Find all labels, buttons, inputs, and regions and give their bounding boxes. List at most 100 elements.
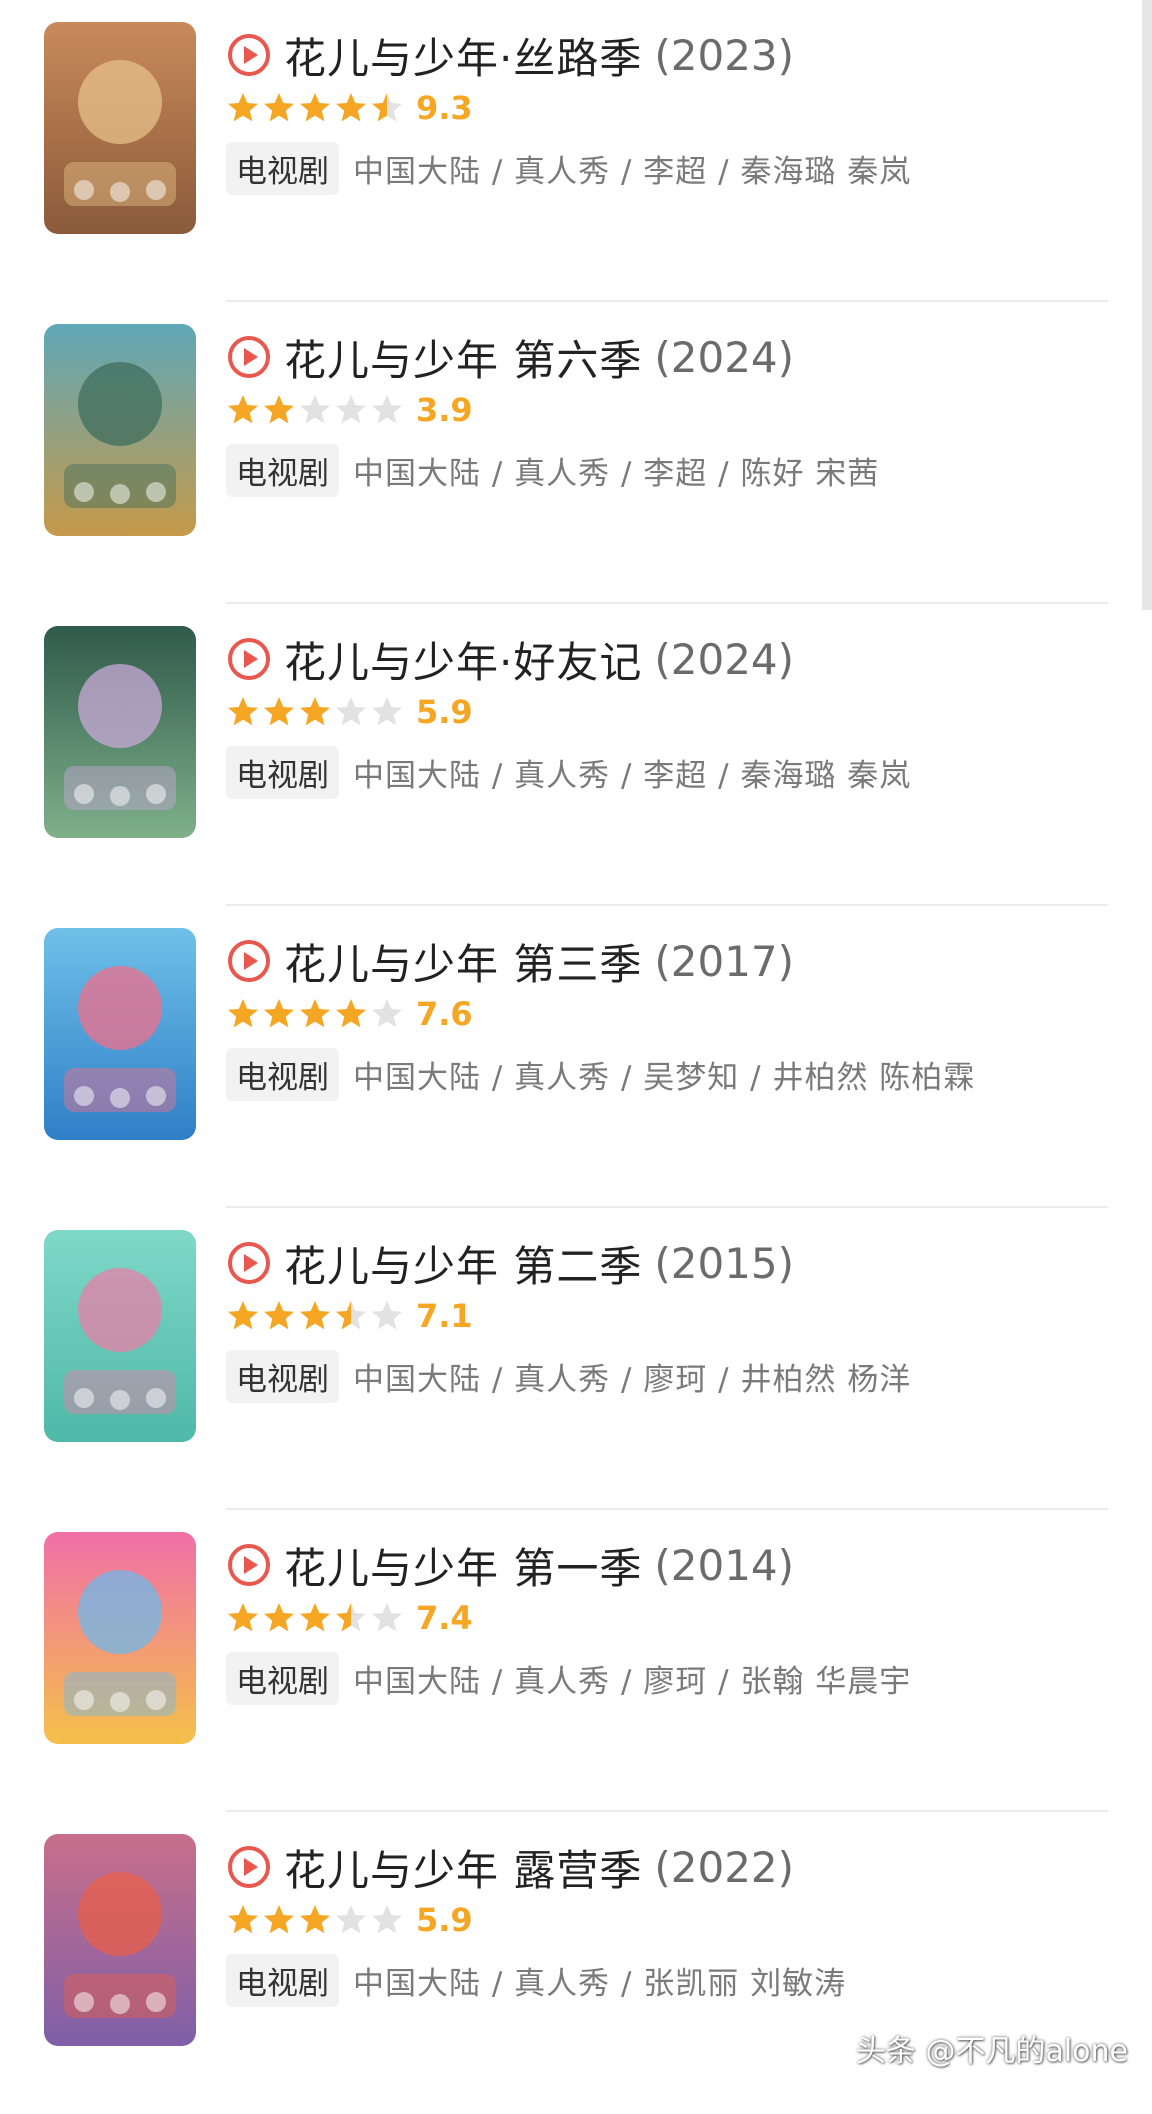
category-tag: 电视剧 bbox=[226, 141, 339, 195]
show-year: (2022) bbox=[654, 1842, 795, 1892]
star-rating bbox=[226, 1903, 404, 1937]
category-tag: 电视剧 bbox=[226, 1349, 339, 1403]
show-year: (2024) bbox=[654, 634, 795, 684]
show-title[interactable]: 花儿与少年 露营季 bbox=[284, 1837, 642, 1898]
poster-artwork bbox=[44, 1532, 196, 1744]
play-circle-icon[interactable] bbox=[226, 1844, 272, 1890]
play-circle-icon[interactable] bbox=[226, 32, 272, 78]
show-title[interactable]: 花儿与少年 第一季 bbox=[284, 1535, 642, 1596]
meta-info: 中国大陆 / 真人秀 / 廖珂 / 井柏然 杨洋 bbox=[353, 1361, 912, 1398]
rating-row: 5.9 bbox=[226, 692, 473, 732]
poster-artwork bbox=[44, 1230, 196, 1442]
title-row[interactable]: 花儿与少年 露营季 (2022) bbox=[226, 1838, 794, 1896]
poster-image[interactable] bbox=[44, 626, 196, 838]
play-circle-icon[interactable] bbox=[226, 1240, 272, 1286]
list-item[interactable]: 花儿与少年 第一季 (2014) 7.4 电视剧 中国大陆 / 真人秀 / 廖珂… bbox=[0, 1510, 1152, 1812]
list-item[interactable]: 花儿与少年·丝路季 (2023) 9.3 电视剧 中国大陆 / 真人秀 / 李超… bbox=[0, 0, 1152, 302]
star-icon bbox=[336, 697, 366, 726]
list-item[interactable]: 花儿与少年 第二季 (2015) 7.1 电视剧 中国大陆 / 真人秀 / 廖珂… bbox=[0, 1208, 1152, 1510]
star-icon bbox=[300, 93, 330, 122]
poster-image[interactable] bbox=[44, 1532, 196, 1744]
title-row[interactable]: 花儿与少年 第二季 (2015) bbox=[226, 1234, 794, 1292]
star-icon bbox=[372, 93, 402, 122]
show-year: (2017) bbox=[654, 936, 795, 986]
poster-artwork bbox=[44, 22, 196, 234]
rating-row: 3.9 bbox=[226, 390, 473, 430]
title-row[interactable]: 花儿与少年 第一季 (2014) bbox=[226, 1536, 794, 1594]
title-row[interactable]: 花儿与少年·丝路季 (2023) bbox=[226, 26, 794, 84]
list-item[interactable]: 花儿与少年 第三季 (2017) 7.6 电视剧 中国大陆 / 真人秀 / 吴梦… bbox=[0, 906, 1152, 1208]
show-title[interactable]: 花儿与少年 第二季 bbox=[284, 1233, 642, 1294]
star-icon bbox=[300, 697, 330, 726]
star-icon bbox=[228, 1301, 258, 1330]
rating-score: 5.9 bbox=[416, 693, 473, 731]
star-icon bbox=[336, 1603, 366, 1632]
rating-score: 3.9 bbox=[416, 391, 473, 429]
poster-image[interactable] bbox=[44, 928, 196, 1140]
show-title[interactable]: 花儿与少年 第六季 bbox=[284, 327, 642, 388]
scrollbar[interactable] bbox=[1142, 0, 1152, 610]
rating-row: 5.9 bbox=[226, 1900, 473, 1940]
poster-artwork bbox=[44, 324, 196, 536]
star-icon bbox=[264, 93, 294, 122]
star-icon bbox=[372, 1603, 402, 1632]
star-rating bbox=[226, 91, 404, 125]
star-icon bbox=[336, 1301, 366, 1330]
title-row[interactable]: 花儿与少年·好友记 (2024) bbox=[226, 630, 794, 688]
poster-image[interactable] bbox=[44, 1834, 196, 2046]
star-icon bbox=[228, 697, 258, 726]
star-rating bbox=[226, 1601, 404, 1635]
meta-info: 中国大陆 / 真人秀 / 吴梦知 / 井柏然 陈柏霖 bbox=[353, 1059, 976, 1096]
show-year: (2015) bbox=[654, 1238, 795, 1288]
star-icon bbox=[372, 1905, 402, 1934]
show-title[interactable]: 花儿与少年·丝路季 bbox=[284, 25, 642, 86]
meta-row: 电视剧 中国大陆 / 真人秀 / 李超 / 秦海璐 秦岚 bbox=[226, 141, 912, 195]
rating-score: 7.6 bbox=[416, 995, 473, 1033]
play-circle-icon[interactable] bbox=[226, 334, 272, 380]
star-icon bbox=[336, 93, 366, 122]
rating-score: 7.1 bbox=[416, 1297, 473, 1335]
star-icon bbox=[336, 395, 366, 424]
play-circle-icon[interactable] bbox=[226, 636, 272, 682]
list-item[interactable]: 花儿与少年·好友记 (2024) 5.9 电视剧 中国大陆 / 真人秀 / 李超… bbox=[0, 604, 1152, 906]
star-icon bbox=[264, 1301, 294, 1330]
star-icon bbox=[228, 999, 258, 1028]
show-title[interactable]: 花儿与少年 第三季 bbox=[284, 931, 642, 992]
title-row[interactable]: 花儿与少年 第三季 (2017) bbox=[226, 932, 794, 990]
play-circle-icon[interactable] bbox=[226, 938, 272, 984]
poster-image[interactable] bbox=[44, 1230, 196, 1442]
star-icon bbox=[228, 1603, 258, 1632]
star-icon bbox=[372, 1301, 402, 1330]
star-icon bbox=[300, 1301, 330, 1330]
rating-row: 9.3 bbox=[226, 88, 473, 128]
star-icon bbox=[264, 697, 294, 726]
star-icon bbox=[300, 395, 330, 424]
star-icon bbox=[228, 395, 258, 424]
rating-score: 7.4 bbox=[416, 1599, 473, 1637]
meta-row: 电视剧 中国大陆 / 真人秀 / 张凯丽 刘敏涛 bbox=[226, 1953, 846, 2007]
play-circle-icon[interactable] bbox=[226, 1542, 272, 1588]
meta-info: 中国大陆 / 真人秀 / 李超 / 陈好 宋茜 bbox=[353, 455, 880, 492]
show-title[interactable]: 花儿与少年·好友记 bbox=[284, 629, 642, 690]
watermark: 头条 @不凡的alone bbox=[855, 2034, 1128, 2069]
rating-row: 7.4 bbox=[226, 1598, 473, 1638]
meta-row: 电视剧 中国大陆 / 真人秀 / 李超 / 秦海璐 秦岚 bbox=[226, 745, 912, 799]
star-icon bbox=[264, 395, 294, 424]
poster-artwork bbox=[44, 928, 196, 1140]
star-icon bbox=[300, 999, 330, 1028]
star-icon bbox=[264, 1905, 294, 1934]
poster-image[interactable] bbox=[44, 324, 196, 536]
title-row[interactable]: 花儿与少年 第六季 (2024) bbox=[226, 328, 794, 386]
poster-image[interactable] bbox=[44, 22, 196, 234]
star-icon bbox=[264, 1603, 294, 1632]
meta-row: 电视剧 中国大陆 / 真人秀 / 李超 / 陈好 宋茜 bbox=[226, 443, 880, 497]
star-rating bbox=[226, 997, 404, 1031]
meta-info: 中国大陆 / 真人秀 / 李超 / 秦海璐 秦岚 bbox=[353, 757, 912, 794]
star-icon bbox=[336, 999, 366, 1028]
star-rating bbox=[226, 695, 404, 729]
list-item[interactable]: 花儿与少年 第六季 (2024) 3.9 电视剧 中国大陆 / 真人秀 / 李超… bbox=[0, 302, 1152, 604]
meta-info: 中国大陆 / 真人秀 / 廖珂 / 张翰 华晨宇 bbox=[353, 1663, 912, 1700]
star-rating bbox=[226, 1299, 404, 1333]
meta-info: 中国大陆 / 真人秀 / 李超 / 秦海璐 秦岚 bbox=[353, 153, 912, 190]
meta-row: 电视剧 中国大陆 / 真人秀 / 吴梦知 / 井柏然 陈柏霖 bbox=[226, 1047, 976, 1101]
